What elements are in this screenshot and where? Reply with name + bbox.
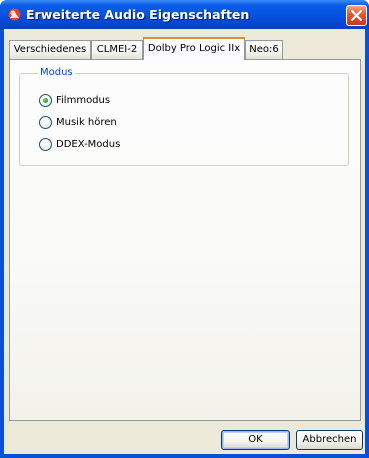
radio-button[interactable]	[39, 115, 52, 129]
window-title: Erweiterte Audio Eigenschaften	[26, 7, 250, 22]
cancel-button[interactable]: Abbrechen	[296, 430, 363, 450]
radio-selected-dot	[43, 97, 48, 103]
close-icon	[351, 10, 362, 21]
tab-label: Dolby Pro Logic IIx	[147, 43, 241, 54]
tab-label: Neo:6	[249, 44, 279, 55]
tab-label: CLMEI-2	[96, 44, 138, 55]
radio-label: Filmmodus	[56, 94, 111, 106]
app-icon	[7, 7, 22, 22]
radio-musik-hoeren[interactable]: Musik hören	[39, 115, 117, 129]
close-button[interactable]	[346, 5, 367, 26]
dialog-client-area: Verschiedenes CLMEI-2 Dolby Pro Logic II…	[4, 29, 365, 454]
tab-neo6[interactable]: Neo:6	[245, 40, 283, 59]
title-bar[interactable]: Erweiterte Audio Eigenschaften	[0, 0, 369, 29]
radio-ddex-modus[interactable]: DDEX-Modus	[39, 137, 120, 151]
radio-button[interactable]	[39, 137, 52, 151]
group-label: Modus	[38, 67, 75, 78]
ok-button[interactable]: OK	[221, 430, 290, 450]
radio-label: DDEX-Modus	[56, 138, 121, 150]
radio-filmmodus[interactable]: Filmmodus	[39, 93, 110, 107]
radio-button[interactable]	[39, 93, 52, 107]
radio-label: Musik hören	[56, 116, 117, 128]
tab-clmei-2[interactable]: CLMEI-2	[91, 40, 143, 59]
tab-dolby-pro-logic-iix[interactable]: Dolby Pro Logic IIx	[143, 37, 245, 60]
dialog-window: Erweiterte Audio Eigenschaften Verschied…	[0, 0, 369, 458]
tab-label: Verschiedenes	[13, 44, 87, 55]
tab-verschiedenes[interactable]: Verschiedenes	[9, 40, 91, 59]
